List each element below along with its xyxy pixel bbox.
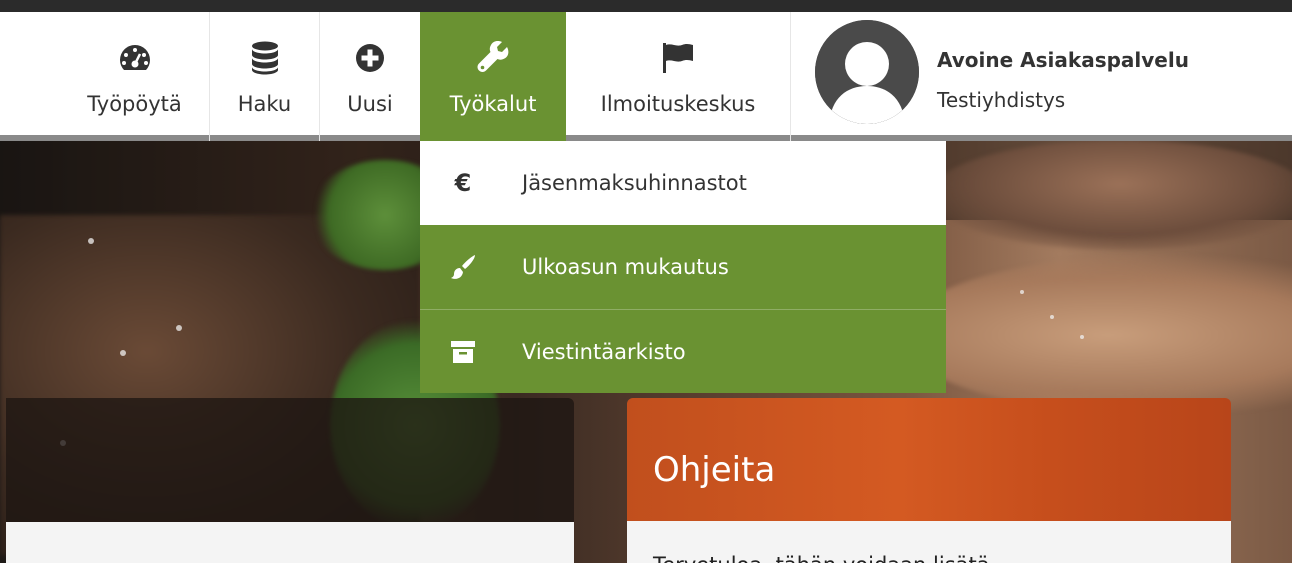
nav-item-dashboard[interactable]: Työpöytä <box>60 12 210 141</box>
nav-item-search[interactable]: Haku <box>210 12 320 141</box>
paint-brush-icon <box>448 254 478 280</box>
menu-item-label: Ulkoasun mukautus <box>522 255 729 279</box>
menu-item-membership-fees[interactable]: € Jäsenmaksuhinnastot <box>420 141 946 225</box>
user-name: Avoine Asiakaspalvelu <box>937 48 1189 72</box>
menu-item-appearance[interactable]: Ulkoasun mukautus <box>420 225 946 309</box>
user-menu[interactable]: Avoine Asiakaspalvelu Testiyhdistys <box>790 12 1292 141</box>
nav-label-dashboard: Työpöytä <box>87 91 182 116</box>
euro-icon: € <box>454 169 472 197</box>
nav-label-search: Haku <box>237 91 292 116</box>
menu-item-label: Jäsenmaksuhinnastot <box>522 171 747 195</box>
flag-icon <box>658 38 698 78</box>
menu-item-label: Viestintäarkisto <box>522 339 686 364</box>
nav-item-tools[interactable]: Työkalut <box>420 12 566 141</box>
archive-box-icon <box>448 340 478 364</box>
dashboard-gauge-icon <box>115 38 155 78</box>
help-panel-title: Ohjeita <box>653 450 776 490</box>
user-avatar-icon <box>815 20 919 124</box>
nav-item-notifications[interactable]: Ilmoituskeskus <box>566 12 790 141</box>
nav-label-new: Uusi <box>347 91 393 116</box>
top-navbar: Työpöytä Haku Uusi Työkalut Ilmoituskesk… <box>0 12 1292 141</box>
wrench-icon <box>473 38 513 78</box>
help-panel-text: Tervetuloa, tähän voidaan lisätä <box>653 553 990 563</box>
nav-label-tools: Työkalut <box>449 91 537 116</box>
menu-item-message-archive[interactable]: Viestintäarkisto <box>420 309 946 393</box>
user-organization: Testiyhdistys <box>937 88 1066 112</box>
database-icon <box>245 38 285 78</box>
content-panel-header <box>6 398 574 523</box>
nav-item-new[interactable]: Uusi <box>320 12 420 141</box>
tools-dropdown-menu: € Jäsenmaksuhinnastot Ulkoasun mukautus … <box>420 141 946 393</box>
help-panel-body: Tervetuloa, tähän voidaan lisätä <box>627 521 1231 563</box>
window-top-edge <box>0 0 1292 12</box>
help-panel-header: Ohjeita <box>627 398 1231 521</box>
content-panel-body <box>6 522 574 563</box>
nav-label-notifications: Ilmoituskeskus <box>600 91 756 116</box>
plus-circle-icon <box>350 38 390 78</box>
